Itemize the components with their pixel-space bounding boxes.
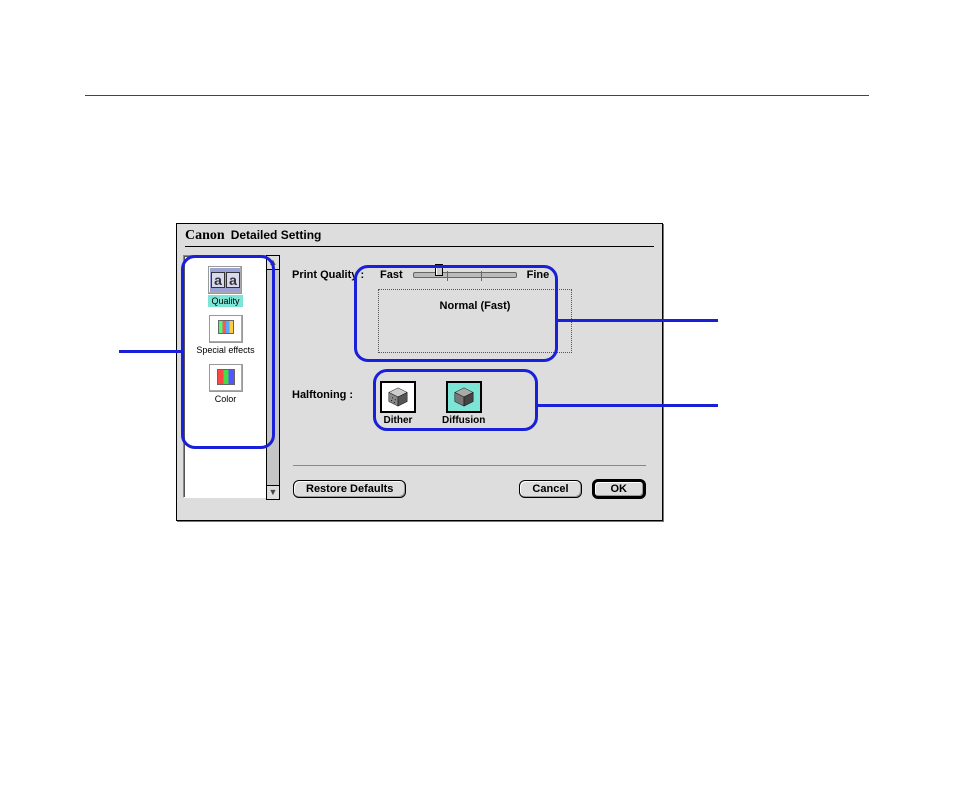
dialog-body: Quality Special effects Color ▲ ▼: [177, 249, 662, 507]
halftone-option-label: Diffusion: [442, 415, 485, 426]
scroll-down-arrow-icon[interactable]: ▼: [267, 485, 279, 499]
print-quality-current: Normal (Fast): [440, 300, 511, 312]
halftoning-options: Dither Diffusion: [380, 381, 485, 426]
halftone-option-label: Dither: [384, 415, 413, 426]
scroll-up-arrow-icon[interactable]: ▲: [267, 256, 279, 270]
color-icon: [209, 364, 243, 392]
slider-fast-label: Fast: [380, 269, 403, 281]
ok-button[interactable]: OK: [592, 479, 647, 499]
dither-icon: [380, 381, 416, 413]
print-quality-row: Print Quality : Fast Fine: [292, 267, 642, 283]
print-quality-status-box: Normal (Fast): [378, 289, 572, 353]
brand-logo: Canon: [185, 228, 225, 244]
halftoning-label: Halftoning :: [292, 381, 380, 401]
page-divider: [85, 95, 869, 96]
title-divider: [185, 246, 654, 247]
sidebar-item-label: Quality: [208, 295, 242, 307]
print-quality-slider[interactable]: [413, 267, 517, 283]
print-quality-label: Print Quality :: [292, 269, 370, 281]
sidebar-item-color[interactable]: Color: [209, 364, 243, 405]
title-bar: Canon Detailed Setting: [177, 224, 662, 246]
sidebar-item-label: Special effects: [193, 344, 257, 356]
quality-icon: [208, 266, 242, 294]
restore-defaults-button[interactable]: Restore Defaults: [293, 480, 406, 498]
sidebar-item-quality[interactable]: Quality: [208, 266, 242, 307]
slider-fine-label: Fine: [527, 269, 550, 281]
sidebar-item-special-effects[interactable]: Special effects: [193, 315, 257, 356]
diffusion-icon: [446, 381, 482, 413]
content-area: Print Quality : Fast Fine Normal (Fast) …: [292, 267, 642, 426]
slider-thumb[interactable]: [435, 264, 443, 276]
halftone-option-dither[interactable]: Dither: [380, 381, 416, 426]
annotation-line-sidebar: [119, 350, 181, 353]
button-row: Restore Defaults Cancel OK: [293, 479, 646, 499]
sidebar-item-label: Color: [212, 393, 240, 405]
sidebar-scrollbar[interactable]: ▲ ▼: [266, 255, 280, 500]
detailed-setting-dialog: Canon Detailed Setting Quality Special e…: [176, 223, 663, 521]
dialog-title: Detailed Setting: [231, 228, 322, 242]
halftone-option-diffusion[interactable]: Diffusion: [442, 381, 485, 426]
scroll-track[interactable]: [267, 270, 279, 485]
sidebar-panel: Quality Special effects Color ▲ ▼: [183, 255, 268, 498]
special-effects-icon: [209, 315, 243, 343]
cancel-button[interactable]: Cancel: [519, 480, 581, 498]
halftoning-row: Halftoning : Dither: [292, 381, 642, 426]
